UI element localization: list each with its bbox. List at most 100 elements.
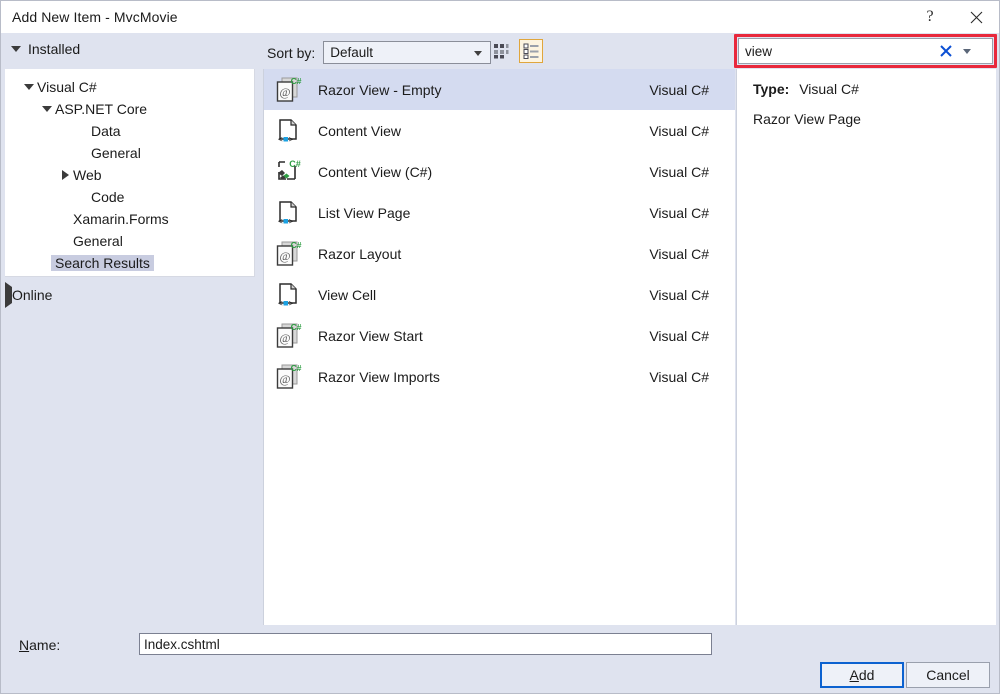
title-bar: Add New Item - MvcMovie ? [1,1,999,33]
list-item[interactable]: C# Content View (C#)Visual C# [264,151,735,192]
razor-view-icon: @ C# [272,73,306,107]
svg-text:>: > [289,135,294,144]
razor-view-icon: @ C# [272,237,306,271]
list-item-name: List View Page [318,205,649,221]
window-title: Add New Item - MvcMovie [12,9,178,25]
svg-text:@: @ [279,372,290,386]
list-item-language: Visual C# [649,369,709,385]
help-button[interactable]: ? [907,1,953,33]
chevron-down-icon [39,106,55,112]
list-item[interactable]: @ C# Razor View - EmptyVisual C# [264,69,735,110]
list-item-name: Razor View - Empty [318,82,649,98]
sort-by-value: Default [330,45,373,60]
tree-node-xamarin-forms[interactable]: Xamarin.Forms [5,208,254,230]
content-view-icon: < > [272,196,306,230]
search-box[interactable] [738,38,993,64]
tiles-view-button[interactable] [489,39,513,63]
close-icon [970,11,983,24]
content-view-icon: < > [274,116,304,146]
list-item[interactable]: < > View CellVisual C# [264,274,735,315]
name-label-rest: ame: [29,637,60,653]
sort-by-label: Sort by: [267,45,315,61]
svg-text:C#: C# [291,363,302,373]
category-tree: Visual C# ASP.NET Core Data General Web Code X… [5,69,255,277]
svg-text:>: > [289,217,294,226]
tree-node-online[interactable]: Online [5,283,255,307]
list-view-button[interactable] [519,39,543,63]
razor-view-icon: @ C# [272,319,306,353]
razor-view-icon: @ C# [274,75,304,105]
cancel-button-label: Cancel [926,667,970,683]
add-new-item-dialog: Add New Item - MvcMovie ? Installed Sort… [0,0,1000,694]
tree-node-label: Online [12,287,52,303]
razor-view-icon: @ C# [272,360,306,394]
list-item-language: Visual C# [649,123,709,139]
detail-type-row: Type: Visual C# [753,81,996,97]
tree-node-label: Web [73,168,102,182]
add-button[interactable]: Add [820,662,904,688]
razor-view-icon: @ C# [274,362,304,392]
installed-header[interactable]: Installed [11,41,80,57]
list-item-language: Visual C# [649,164,709,180]
svg-text:<: < [278,135,283,144]
tiles-view-icon [493,43,509,59]
clear-x-icon [940,45,952,57]
template-list: @ C# Razor View - EmptyVisual C# < > Con… [263,69,735,625]
close-button[interactable] [953,1,999,33]
sort-by-select[interactable]: Default [323,41,491,64]
list-item-name: Content View (C#) [318,164,649,180]
tree-node-code[interactable]: Code [5,186,254,208]
chevron-right-icon [5,287,12,303]
search-dropdown-button[interactable] [957,39,977,63]
list-item-name: View Cell [318,287,649,303]
content-view-icon: < > [272,278,306,312]
cancel-button[interactable]: Cancel [906,662,990,688]
tree-node-label: Visual C# [37,80,97,94]
svg-text:>: > [289,299,294,308]
search-input[interactable] [739,40,935,62]
window-controls: ? [907,1,999,33]
details-panel: Type: Visual C# Razor View Page [736,69,996,625]
search-clear-button[interactable] [935,39,957,63]
name-label: Name: [19,637,60,653]
tree-node-label: ASP.NET Core [55,102,147,116]
name-input[interactable] [139,633,712,655]
list-item[interactable]: @ C# Razor View ImportsVisual C# [264,356,735,397]
tree-node-web[interactable]: Web [5,164,254,186]
detail-type-value: Visual C# [799,81,859,97]
svg-text:C#: C# [291,240,302,250]
svg-text:@: @ [279,85,290,99]
content-view-cs-icon: C# [272,155,306,189]
list-item[interactable]: < > Content ViewVisual C# [264,110,735,151]
tree-node-asp-net-core[interactable]: ASP.NET Core [5,98,254,120]
razor-view-icon: @ C# [274,239,304,269]
tree-node-search-results[interactable]: Search Results [5,252,254,274]
tree-node-general[interactable]: General [5,142,254,164]
tree-node-label: General [91,146,141,160]
chevron-right-icon [57,170,73,180]
list-item-language: Visual C# [649,287,709,303]
list-item-language: Visual C# [649,246,709,262]
tree-node-general[interactable]: General [5,230,254,252]
list-item[interactable]: < > List View PageVisual C# [264,192,735,233]
chevron-down-icon [11,46,21,52]
list-item-name: Razor Layout [318,246,649,262]
tree-node-data[interactable]: Data [5,120,254,142]
svg-text:@: @ [279,249,290,263]
chevron-down-icon [474,51,482,56]
tree-node-label: Code [91,190,124,204]
content-view-icon: < > [274,280,304,310]
list-item-language: Visual C# [649,328,709,344]
svg-text:C#: C# [289,159,301,169]
razor-view-icon: @ C# [274,321,304,351]
tree-node-label: Search Results [51,255,154,271]
content-view-icon: < > [272,114,306,148]
tree-node-label: Xamarin.Forms [73,212,169,226]
list-item[interactable]: @ C# Razor View StartVisual C# [264,315,735,356]
list-item[interactable]: @ C# Razor LayoutVisual C# [264,233,735,274]
installed-label: Installed [28,41,80,57]
tree-node-visual-c[interactable]: Visual C# [5,76,254,98]
tree-node-label: Data [91,124,121,138]
list-item-language: Visual C# [649,205,709,221]
list-item-name: Content View [318,123,649,139]
